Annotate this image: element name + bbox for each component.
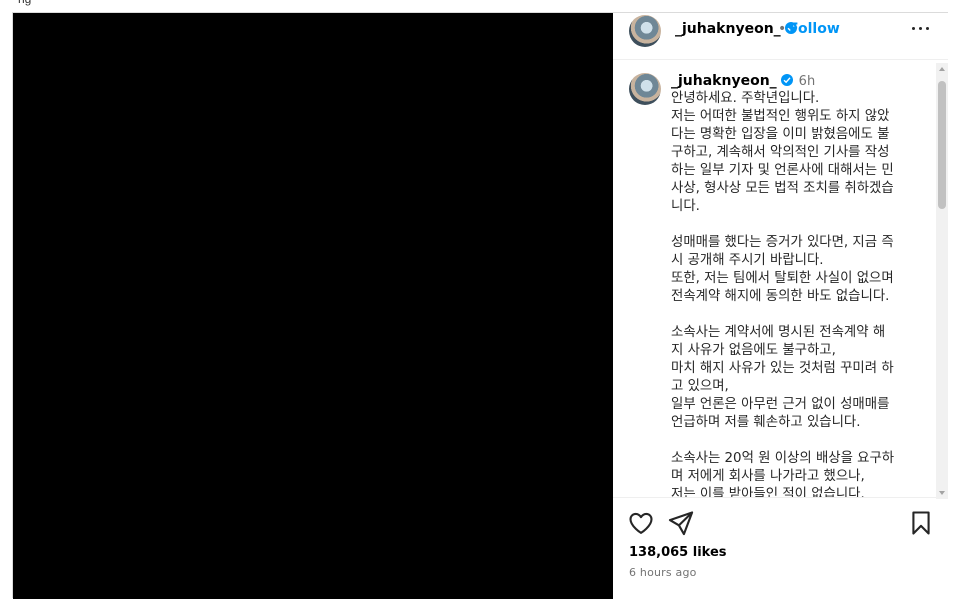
post-sidebar: _juhaknyeon_ • Follow _juhaknyeon_ 6h 안녕하…	[613, 13, 948, 599]
caption-area: _juhaknyeon_ 6h 안녕하세요. 주학년입니다. 저는 어떠한 불법적인…	[613, 59, 948, 498]
caption-line: 고 있으며,	[671, 379, 729, 394]
likes-count[interactable]: 138,065 likes	[629, 545, 727, 560]
caption-text: 안녕하세요. 주학년입니다. 저는 어떠한 불법적인 행위도 하지 않았다는 명확…	[671, 90, 921, 498]
posted-time[interactable]: 6 hours ago	[629, 566, 697, 579]
caption-line: 소속사는 20억 원 이상의 배상을 요구하	[671, 451, 895, 466]
verified-badge-icon	[780, 74, 793, 86]
caption-line: 전속계약 해지에 동의한 바도 없습니다.	[671, 289, 890, 304]
caption-author-avatar[interactable]	[629, 73, 661, 105]
post-media[interactable]	[13, 13, 613, 599]
caption-paragraph: 안녕하세요. 주학년입니다. 저는 어떠한 불법적인 행위도 하지 않았다는 명확…	[671, 90, 921, 216]
caption-line: 지 사유가 없음에도 불구하고,	[671, 343, 836, 358]
scroll-up-arrow-icon[interactable]	[939, 67, 945, 71]
caption-line: 언급하며 저를 훼손하고 있습니다.	[671, 415, 861, 430]
browser-partial-title: ng	[18, 0, 31, 6]
action-bar	[613, 509, 948, 539]
caption-line: 소속사는 계약서에 명시된 전속계약 해	[671, 325, 886, 340]
header-separator: •	[778, 21, 787, 37]
caption-username[interactable]: _juhaknyeon_	[671, 73, 777, 89]
send-icon[interactable]	[667, 509, 695, 537]
caption-line: 안녕하세요. 주학년입니다.	[671, 91, 820, 106]
follow-button[interactable]: Follow	[789, 21, 840, 37]
caption-time-ago[interactable]: 6h	[799, 74, 816, 89]
caption-line: 성매매를 했다는 증거가 있다면, 지금 즉	[671, 235, 894, 250]
caption-line: 하는 일부 기자 및 언론사에 대해서는 민	[671, 163, 894, 178]
bookmark-icon[interactable]	[907, 509, 935, 537]
caption-line: 마치 해지 사유가 있는 것처럼 꾸미려 하	[671, 361, 894, 376]
caption-line: 다는 명확한 입장을 이미 밝혔음에도 불	[671, 127, 890, 142]
scroll-thumb[interactable]	[938, 81, 946, 209]
browser-top-strip: ng	[0, 0, 962, 12]
caption-paragraph: 성매매를 했다는 증거가 있다면, 지금 즉시 공개해 주시기 바랍니다. 또한,…	[671, 234, 921, 306]
caption-paragraph: 소속사는 계약서에 명시된 전속계약 해지 사유가 없음에도 불구하고, 마치 해…	[671, 324, 921, 432]
author-avatar[interactable]	[629, 15, 661, 47]
caption-line: 또한, 저는 팀에서 탈퇴한 사실이 없으며	[671, 271, 894, 286]
heart-icon[interactable]	[627, 509, 655, 537]
author-username-text[interactable]: _juhaknyeon_	[675, 21, 781, 37]
caption-line: 일부 언론은 아무런 근거 없이 성매매를	[671, 397, 890, 412]
more-options-icon[interactable]	[909, 19, 933, 39]
caption-line: 며 저에게 회사를 나가라고 했으나,	[671, 469, 865, 484]
caption-header: _juhaknyeon_ 6h	[671, 73, 815, 89]
caption-line: 저는 이를 받아들인 적이 없습니다.	[671, 487, 865, 498]
caption-line: 저는 어떠한 불법적인 행위도 하지 않았	[671, 109, 890, 124]
caption-paragraph: 소속사는 20억 원 이상의 배상을 요구하며 저에게 회사를 나가라고 했으나…	[671, 450, 921, 498]
caption-line: 시 공개해 주시기 바랍니다.	[671, 253, 824, 268]
scroll-down-arrow-icon[interactable]	[939, 491, 945, 495]
caption-line: 구하고, 계속해서 악의적인 기사를 작성	[671, 145, 890, 160]
post-header: _juhaknyeon_ • Follow	[613, 13, 948, 60]
caption-line: 니다.	[671, 199, 700, 214]
caption-line: 사상, 형사상 모든 법적 조치를 취하겠습	[671, 181, 894, 196]
post-modal: _juhaknyeon_ • Follow _juhaknyeon_ 6h 안녕하…	[12, 12, 948, 599]
caption-scrollbar[interactable]	[936, 63, 948, 499]
